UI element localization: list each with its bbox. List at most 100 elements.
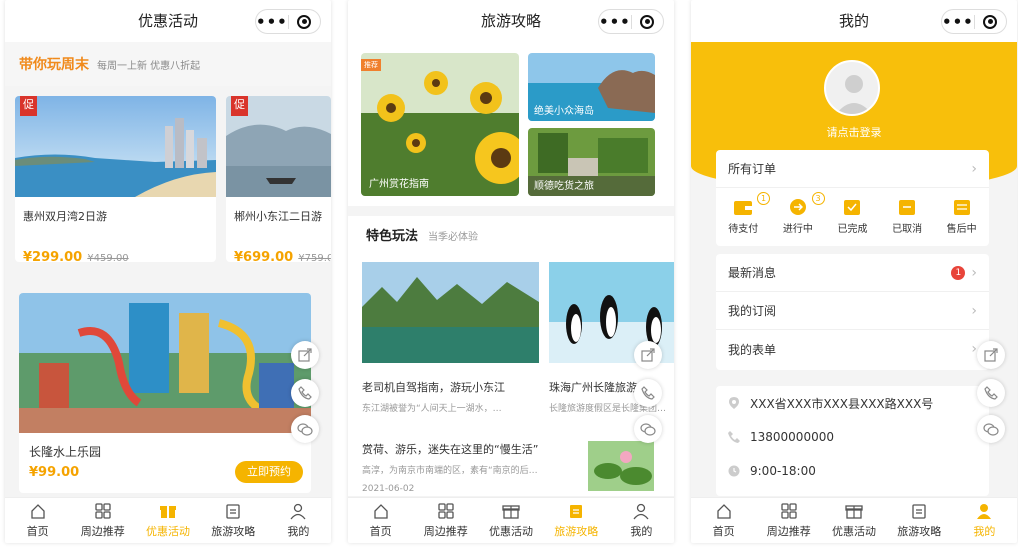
chat-icon[interactable] [977, 415, 1005, 443]
tab-guide[interactable]: 旅游攻略 [887, 498, 952, 543]
menu-item-news[interactable]: 最新消息 1 › [716, 254, 989, 292]
promo-badge: 促 [231, 96, 248, 116]
chat-icon[interactable] [291, 415, 319, 443]
menu-item-forms[interactable]: 我的表单 › [716, 330, 989, 368]
tab-bar: 首页 周边推荐 优惠活动 旅游攻略 我的 [691, 497, 1017, 543]
share-icon[interactable] [634, 341, 662, 369]
article-item[interactable]: 赏荷、游乐，迷失在这里的“慢生活” 高淳，为南京市南端的区，素有“南京的后… 2… [362, 441, 588, 494]
more-icon[interactable]: ••• [256, 11, 288, 33]
section-title: 带你玩周末 [19, 57, 89, 73]
product-name: 惠州双月湾2日游 [23, 210, 107, 223]
feature-card[interactable]: 长隆水上乐园 ¥99.00 立即预约 [19, 293, 311, 493]
screen-promo: 优惠活动 ••• 带你玩周末 每周一上新 优惠八折起 促 惠州双月湾2日游 ¥2… [5, 0, 331, 543]
order-status-completed[interactable]: 已完成 [825, 198, 880, 235]
home-icon [716, 504, 731, 519]
avatar[interactable] [824, 60, 880, 116]
tab-nearby[interactable]: 周边推荐 [756, 498, 821, 543]
share-icon[interactable] [977, 341, 1005, 369]
tab-bar: 首页 周边推荐 优惠活动 旅游攻略 我的 [348, 497, 674, 543]
product-card[interactable]: 促 惠州双月湾2日游 ¥299.00 ¥459.00 [15, 96, 216, 262]
menu-item-subscription[interactable]: 我的订阅 › [716, 292, 989, 330]
tab-bar: 首页 周边推荐 优惠活动 旅游攻略 我的 [5, 497, 331, 543]
order-status-aftersale[interactable]: 售后中 [934, 198, 989, 235]
tab-promo[interactable]: 优惠活动 [135, 498, 200, 543]
orders-card: 所有订单 › 1 待支付 3 进行中 已完成 已取消 售后中 [716, 150, 989, 246]
phone-icon [728, 431, 740, 443]
chevron-right-icon: › [971, 264, 977, 281]
tab-home[interactable]: 首页 [348, 498, 413, 543]
tab-guide[interactable]: 旅游攻略 [201, 498, 266, 543]
tab-mine[interactable]: 我的 [952, 498, 1017, 543]
location-icon [729, 397, 739, 409]
product-image [15, 96, 216, 197]
all-orders-row[interactable]: 所有订单 › [716, 150, 989, 188]
guide-title: 老司机自驾指南，游玩小东江 [362, 381, 505, 394]
close-target-icon[interactable] [975, 14, 1006, 29]
original-price: ¥759.0 [298, 253, 331, 262]
page-title: 旅游攻略 [480, 12, 541, 30]
gift-icon [160, 506, 176, 518]
screen-guide: 旅游攻略 ••• 推荐 广州赏花指南 绝美小众海岛 顺德吃货之旅 特色玩法 当季… [348, 0, 674, 543]
tab-nearby[interactable]: 周边推荐 [70, 498, 135, 543]
phone-icon[interactable] [634, 379, 662, 407]
guide-image [362, 262, 539, 363]
phone-icon[interactable] [977, 379, 1005, 407]
book-now-button[interactable]: 立即预约 [235, 461, 303, 483]
chat-icon[interactable] [634, 415, 662, 443]
grid-icon [781, 503, 797, 519]
tab-mine[interactable]: 我的 [609, 498, 674, 543]
more-icon[interactable]: ••• [599, 11, 631, 33]
product-card[interactable]: 促 郴州小东江二日游 ¥699.00 ¥759.0 [226, 96, 331, 262]
mini-program-capsule: ••• [941, 9, 1007, 34]
tab-promo[interactable]: 优惠活动 [821, 498, 886, 543]
banner-small[interactable]: 顺德吃货之旅 [528, 128, 655, 196]
banner-caption: 绝美小众海岛 [534, 106, 594, 117]
nav-bar: 优惠活动 ••• [5, 0, 331, 42]
mini-program-capsule: ••• [598, 9, 664, 34]
phone-icon[interactable] [291, 379, 319, 407]
count-badge: 3 [811, 192, 825, 205]
notification-badge: 1 [951, 265, 966, 280]
nav-bar: 我的 ••• [691, 0, 1017, 42]
tab-home[interactable]: 首页 [691, 498, 756, 543]
tab-promo[interactable]: 优惠活动 [478, 498, 543, 543]
check-box-icon [844, 200, 861, 215]
banner-caption: 顺德吃货之旅 [534, 181, 594, 192]
section-title: 特色玩法 [366, 229, 419, 244]
order-status-pending[interactable]: 1 待支付 [716, 192, 771, 235]
order-status-cancelled[interactable]: 已取消 [880, 198, 935, 235]
home-icon [30, 504, 45, 519]
tab-nearby[interactable]: 周边推荐 [413, 498, 478, 543]
more-icon[interactable]: ••• [942, 11, 974, 33]
user-icon [633, 503, 649, 520]
user-icon [977, 504, 992, 519]
share-icon[interactable] [291, 341, 319, 369]
close-target-icon[interactable] [632, 14, 663, 29]
page-title: 我的 [838, 12, 869, 30]
original-price: ¥459.00 [87, 253, 129, 262]
order-status-ongoing[interactable]: 3 进行中 [771, 192, 826, 235]
section-subtitle: 每周一上新 优惠八折起 [97, 60, 201, 72]
chevron-right-icon: › [971, 160, 977, 177]
product-name: 郴州小东江二日游 [234, 210, 322, 223]
banner-small[interactable]: 绝美小众海岛 [528, 53, 655, 121]
login-prompt[interactable]: 请点击登录 [691, 124, 1017, 140]
phone-row[interactable]: 13800000000 [716, 420, 989, 454]
guide-card[interactable]: 老司机自驾指南，游玩小东江 东江湖被誉为“人间天上一湖水，… [362, 262, 539, 422]
clipboard-icon [570, 505, 583, 518]
arrow-circle-icon [789, 199, 806, 215]
mini-program-capsule: ••• [255, 9, 321, 34]
tab-guide[interactable]: 旅游攻略 [544, 498, 609, 543]
service-box-icon [953, 200, 970, 215]
close-target-icon[interactable] [289, 14, 320, 29]
clipboard-icon [912, 504, 926, 519]
section-subtitle: 当季必体验 [428, 232, 478, 243]
guide-title: 珠海广州长隆旅游 [549, 381, 637, 394]
tab-home[interactable]: 首页 [5, 498, 70, 543]
page-title: 优惠活动 [137, 12, 198, 30]
tab-mine[interactable]: 我的 [266, 498, 331, 543]
user-icon [290, 503, 306, 520]
address-row[interactable]: XXX省XXX市XXX县XXX路XXX号 [716, 386, 989, 420]
grid-icon [95, 503, 111, 519]
banner-large[interactable]: 推荐 广州赏花指南 [361, 53, 519, 196]
